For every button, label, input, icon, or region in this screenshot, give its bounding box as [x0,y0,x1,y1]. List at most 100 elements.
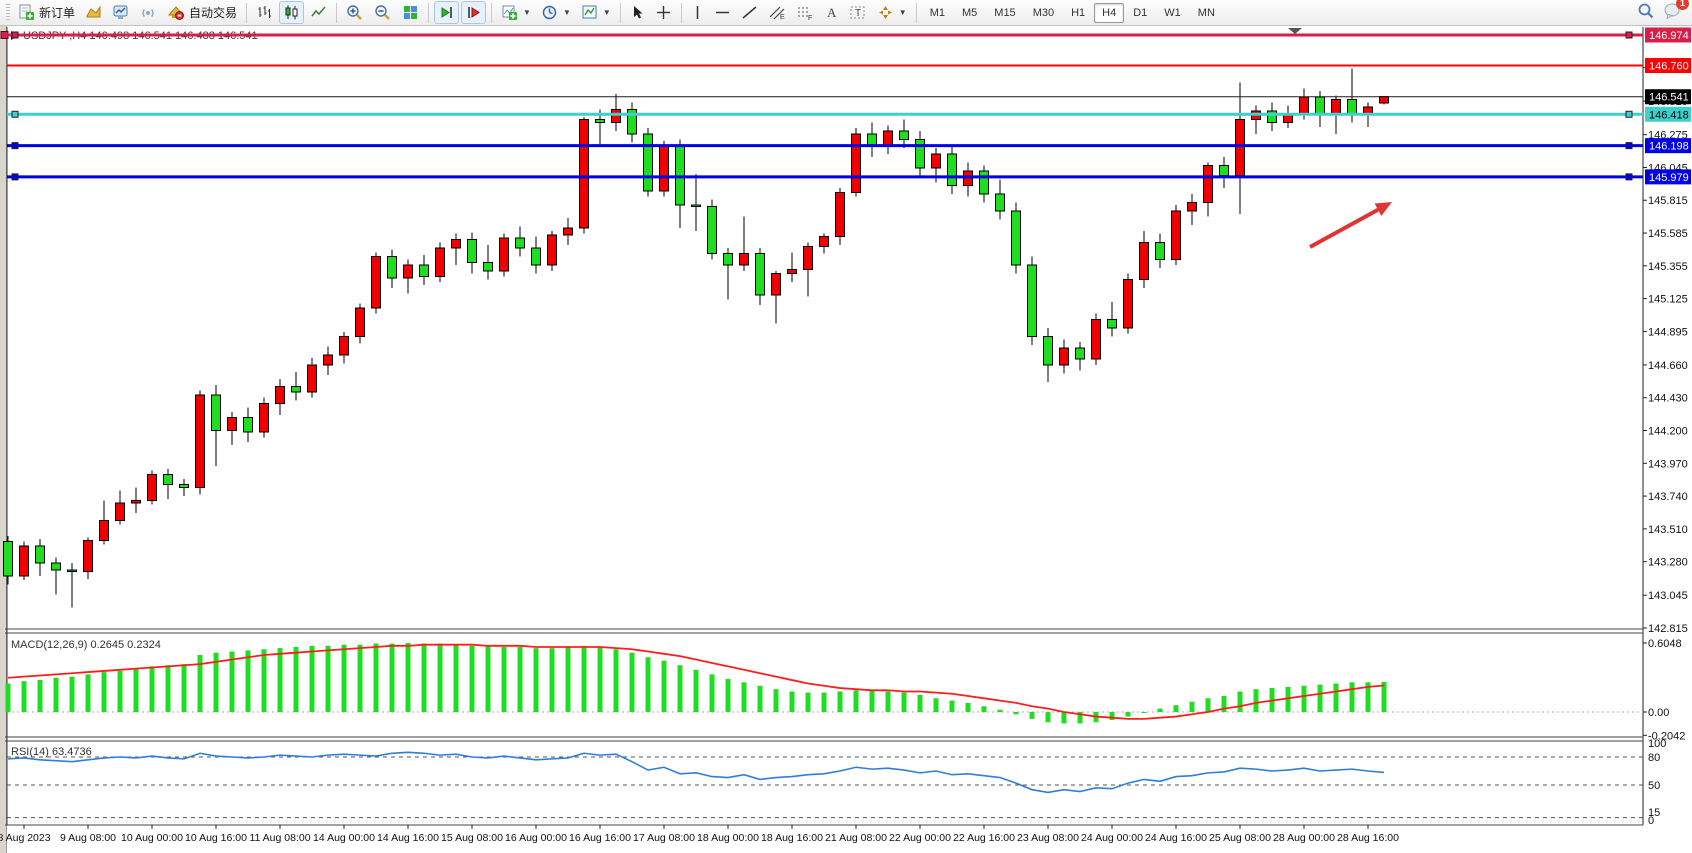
profiles-button[interactable] [81,1,106,24]
timeframe-M30[interactable]: M30 [1025,3,1062,23]
line-left-handle[interactable] [12,111,18,117]
macd-histogram-bar [710,674,715,712]
candle [852,128,861,196]
chart-shift-button[interactable] [461,1,486,24]
time-axis: 8 Aug 20239 Aug 08:0010 Aug 00:0010 Aug … [0,825,1399,844]
templates-button[interactable]: ▼ [577,1,615,24]
periods-button[interactable]: ▼ [537,1,575,24]
candle-body [644,134,653,191]
candle-body [676,145,685,205]
time-tick-label: 11 Aug 08:00 [249,832,310,844]
macd-histogram-bar [1302,686,1307,712]
new-order-button[interactable]: 新订单 [14,1,79,24]
line-left-handle[interactable] [12,32,18,38]
arrow-line[interactable] [1310,210,1378,247]
chevron-down-icon: ▼ [603,8,611,17]
time-tick-label: 24 Aug 00:00 [1081,832,1143,844]
line-chart-button[interactable] [306,1,331,24]
tile-windows-button[interactable] [398,1,423,24]
timeframe-M15[interactable]: M15 [986,3,1023,23]
candle-body [532,248,541,265]
horizontal-line-icon [714,4,731,21]
arrow-annotation[interactable] [1310,202,1392,247]
candle [436,242,445,282]
zoom-out-button[interactable] [370,1,396,24]
timeframe-MN[interactable]: MN [1190,3,1223,23]
signals-icon [140,4,157,21]
macd-histogram-bar [38,680,43,712]
macd-axis-label: 0.00 [1648,707,1669,719]
text-label-button[interactable]: T [845,1,871,24]
chart-shift-marker[interactable] [1288,28,1302,34]
candle-body [68,570,77,572]
candle [100,500,109,544]
candle-body [948,154,957,185]
trendline-button[interactable] [737,1,762,24]
text-button[interactable]: A [820,1,843,24]
candle [164,469,173,499]
timeframe-D1[interactable]: D1 [1125,3,1155,23]
auto-trading-button[interactable]: 自动交易 [163,1,241,24]
macd-histogram-bar [630,653,635,712]
candlestick-button[interactable] [279,1,304,24]
vertical-line-button[interactable] [687,1,708,24]
separator [428,3,429,23]
notifications-button[interactable]: 1 [1663,2,1682,23]
candle-body [4,542,13,576]
macd-histogram-bar [86,674,91,712]
price-label-text: 146.760 [1649,61,1689,73]
price-line-146.198[interactable] [7,143,1643,149]
macd-histogram-bar [950,701,955,712]
signals-button[interactable] [136,1,161,24]
fibonacci-button[interactable]: F [792,1,818,24]
price-line-145.979[interactable] [7,174,1643,180]
search-icon[interactable] [1637,2,1655,23]
shapes-button[interactable]: ▼ [873,1,911,24]
zoom-in-button[interactable] [342,1,368,24]
timeframe-W1[interactable]: W1 [1156,3,1189,23]
svg-text:F: F [808,15,812,21]
channel-button[interactable]: E [764,1,790,24]
price-tick-label: 144.660 [1648,360,1688,372]
candle [500,234,509,277]
macd-histogram-bar [6,683,11,712]
candle-body [436,248,445,277]
line-left-handle[interactable] [12,143,18,149]
macd-histogram-bar [406,643,411,712]
timeframe-H1[interactable]: H1 [1063,3,1093,23]
line-right-handle[interactable] [1626,174,1632,180]
line-left-handle[interactable] [12,174,18,180]
indicators-button[interactable]: ▼ [497,1,535,24]
text-label-icon: T [849,4,867,21]
macd-histogram-bar [294,647,299,712]
candle-body [836,192,845,236]
time-tick-label: 25 Aug 08:00 [1209,832,1271,844]
price-line-146.418[interactable] [7,111,1643,117]
macd-histogram-bar [262,649,267,712]
cursor-button[interactable] [626,1,649,24]
line-right-handle[interactable] [1626,143,1632,149]
timeframe-M1[interactable]: M1 [922,3,953,23]
macd-histogram-bar [790,691,795,712]
profiles-icon [85,4,102,21]
market-watch-button[interactable] [108,1,134,24]
macd-histogram-bar [902,693,907,712]
line-right-handle[interactable] [1626,32,1632,38]
candle [884,125,893,154]
horizontal-line-button[interactable] [710,1,735,24]
price-line-label: 146.198 [1645,138,1691,153]
timeframe-H4[interactable]: H4 [1094,3,1124,23]
timeframe-M5[interactable]: M5 [954,3,985,23]
candle [84,537,93,578]
chart-canvas[interactable]: USDJPY ,H4 146.498 146.541 146.488 146.5… [0,0,1692,853]
crosshair-button[interactable] [651,1,676,24]
auto-scroll-button[interactable] [434,1,459,24]
zoom-out-icon [374,4,392,21]
line-right-handle[interactable] [1626,111,1632,117]
candle [260,398,269,438]
candle [1252,105,1261,134]
bar-chart-button[interactable] [252,1,277,24]
chart-shift-icon [465,4,482,21]
line-left-handle[interactable] [1,32,8,39]
time-tick-label: 28 Aug 00:00 [1273,832,1335,844]
